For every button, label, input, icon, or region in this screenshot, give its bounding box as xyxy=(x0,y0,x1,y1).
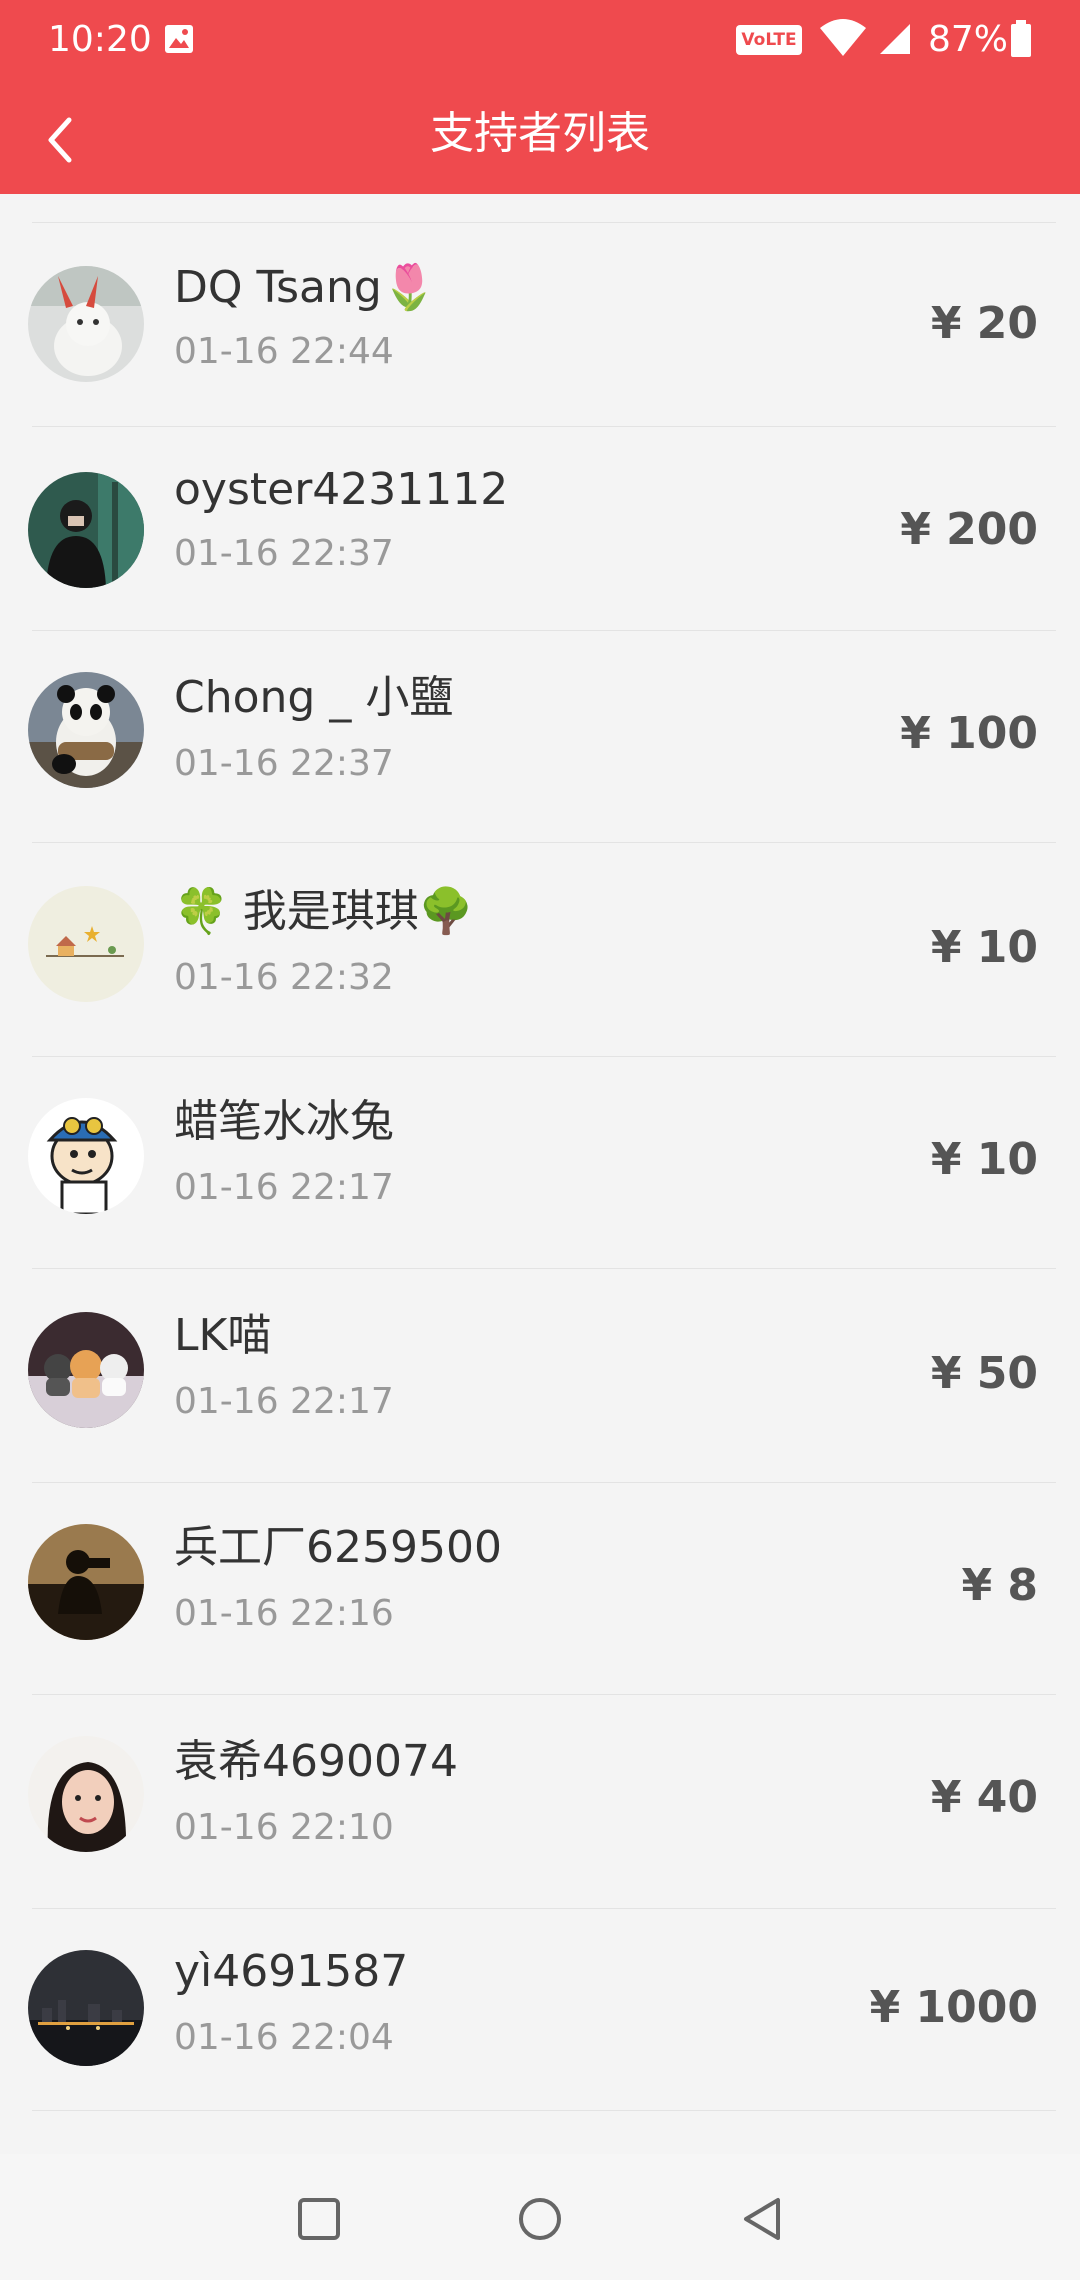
supporter-amount: ¥ 40 xyxy=(930,1772,1038,1823)
supporter-name: Chong _ 小鹽 xyxy=(174,672,454,723)
supporter-amount: ¥ 8 xyxy=(961,1560,1038,1611)
volte-icon: VoLTE xyxy=(736,25,802,55)
supporter-row[interactable]: oyster4231112 01-16 22:37 ¥ 200 xyxy=(0,426,1080,636)
supporter-amount: ¥ 100 xyxy=(900,708,1038,759)
supporter-time: 01-16 22:04 xyxy=(174,2017,394,2058)
supporter-time: 01-16 22:17 xyxy=(174,1381,394,1422)
recent-apps-button[interactable] xyxy=(284,2184,354,2254)
avatar-house-image xyxy=(28,886,144,1002)
supporter-row[interactable]: LK喵 01-16 22:17 ¥ 50 xyxy=(0,1268,1080,1482)
avatar-panda-image xyxy=(28,672,144,788)
avatar-cartoon-image xyxy=(28,1098,144,1214)
supporter-row[interactable]: Chong _ 小鹽 01-16 22:37 ¥ 100 xyxy=(0,630,1080,844)
signal-icon xyxy=(880,24,910,54)
supporter-name: oyster4231112 xyxy=(174,464,509,515)
supporter-row[interactable]: DQ Tsang🌷 01-16 22:44 ¥ 20 xyxy=(0,224,1080,426)
supporter-row[interactable]: 🍀 我是琪琪🌳 01-16 22:32 ¥ 10 xyxy=(0,842,1080,1056)
supporter-time: 01-16 22:16 xyxy=(174,1593,394,1634)
supporter-time: 01-16 22:37 xyxy=(174,743,394,784)
square-icon xyxy=(298,2198,340,2240)
supporter-name: 兵工厂6259500 xyxy=(174,1522,502,1573)
avatar[interactable] xyxy=(28,1950,144,2066)
supporter-list[interactable]: DQ Tsang🌷 01-16 22:44 ¥ 20 oyster4231112… xyxy=(0,194,1080,2154)
supporter-name: 蜡笔水冰兔 xyxy=(174,1096,394,1147)
back-nav-button[interactable] xyxy=(727,2184,797,2254)
supporter-name: DQ Tsang🌷 xyxy=(174,262,437,313)
supporter-row[interactable]: 蜡笔水冰兔 01-16 22:17 ¥ 10 xyxy=(0,1056,1080,1268)
system-navigation-bar xyxy=(0,2154,1080,2280)
supporter-amount: ¥ 200 xyxy=(900,504,1038,555)
avatar[interactable] xyxy=(28,1524,144,1640)
supporter-row[interactable]: yì4691587 01-16 22:04 ¥ 1000 xyxy=(0,1908,1080,2110)
avatar[interactable] xyxy=(28,472,144,588)
avatar-person-image xyxy=(28,472,144,588)
triangle-back-icon xyxy=(744,2198,780,2240)
avatar[interactable] xyxy=(28,886,144,1002)
status-bar: 10:20 VoLTE 87% xyxy=(0,0,1080,80)
supporter-name: 🍀 我是琪琪🌳 xyxy=(174,886,474,937)
supporter-row[interactable]: 兵工厂6259500 01-16 22:16 ¥ 8 xyxy=(0,1482,1080,1694)
avatar-silhouette-image xyxy=(28,1524,144,1640)
supporter-time: 01-16 22:17 xyxy=(174,1167,394,1208)
battery-icon xyxy=(1011,20,1031,57)
supporter-name: yì4691587 xyxy=(174,1946,409,1997)
divider xyxy=(32,222,1056,223)
supporter-time: 01-16 22:10 xyxy=(174,1807,394,1848)
battery-percent: 87% xyxy=(928,19,1009,60)
supporter-time: 01-16 22:32 xyxy=(174,957,394,998)
avatar[interactable] xyxy=(28,1736,144,1852)
avatar[interactable] xyxy=(28,266,144,382)
avatar[interactable] xyxy=(28,672,144,788)
supporter-time: 01-16 22:44 xyxy=(174,331,394,372)
avatar-woman-image xyxy=(28,1736,144,1852)
home-button[interactable] xyxy=(505,2184,575,2254)
wifi-icon xyxy=(820,19,866,56)
supporter-amount: ¥ 50 xyxy=(930,1348,1038,1399)
avatar[interactable] xyxy=(28,1312,144,1428)
supporter-amount: ¥ 1000 xyxy=(869,1982,1038,2033)
avatar-cityscape-image xyxy=(28,1950,144,2066)
supporter-name: LK喵 xyxy=(174,1310,272,1361)
supporter-amount: ¥ 10 xyxy=(930,1134,1038,1185)
divider xyxy=(32,2110,1056,2111)
supporter-time: 01-16 22:37 xyxy=(174,533,394,574)
avatar-cat-image xyxy=(28,266,144,382)
page-title: 支持者列表 xyxy=(430,108,650,159)
avatar-cat-figurines-image xyxy=(28,1312,144,1428)
supporter-amount: ¥ 10 xyxy=(930,922,1038,973)
image-notification-icon xyxy=(165,25,193,53)
avatar[interactable] xyxy=(28,1098,144,1214)
app-header: 10:20 VoLTE 87% 支持者列表 xyxy=(0,0,1080,194)
supporter-amount: ¥ 20 xyxy=(930,298,1038,349)
supporter-row[interactable]: 袁希4690074 01-16 22:10 ¥ 40 xyxy=(0,1694,1080,1908)
status-time: 10:20 xyxy=(48,19,152,60)
supporter-name: 袁希4690074 xyxy=(174,1736,458,1787)
circle-icon xyxy=(519,2198,561,2240)
